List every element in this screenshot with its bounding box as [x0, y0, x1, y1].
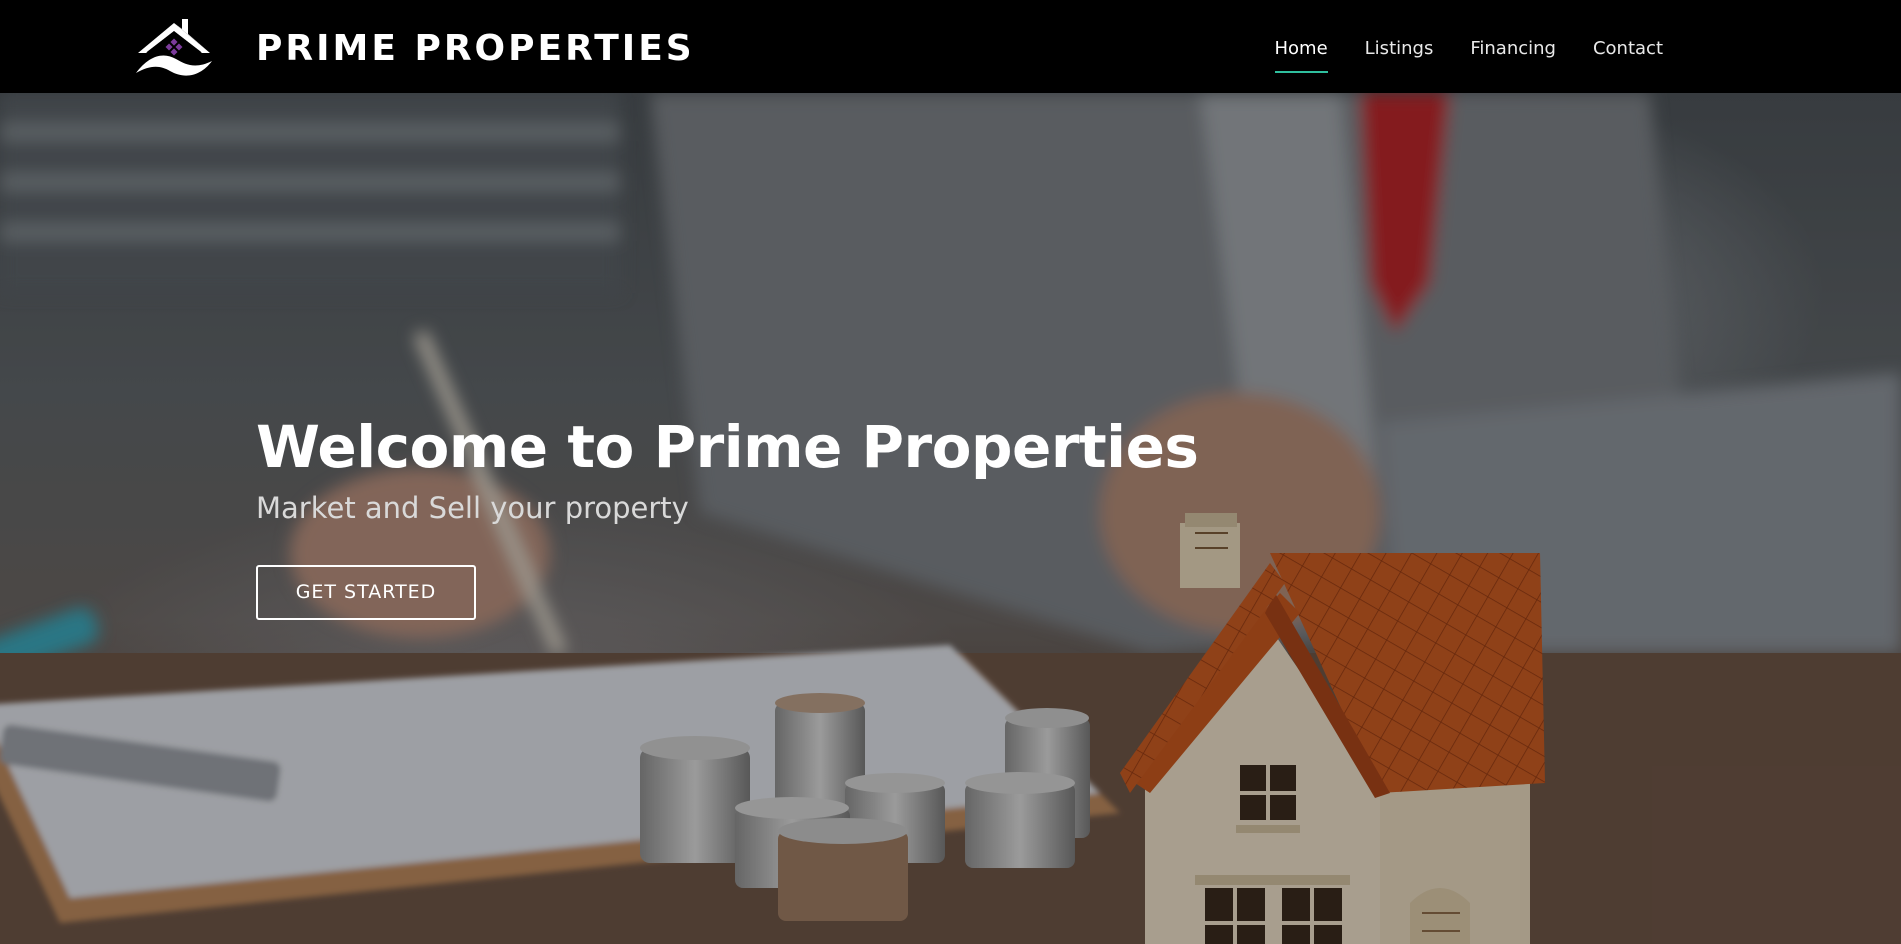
- brand-name: PRIME PROPERTIES: [256, 27, 695, 69]
- hero-subtitle: Market and Sell your property: [256, 491, 689, 525]
- house-roof-logo-icon: [136, 19, 212, 76]
- top-navbar: PRIME PROPERTIES Home Listings Financing…: [0, 3, 1901, 93]
- get-started-button[interactable]: GET STARTED: [256, 565, 476, 620]
- nav-item-contact[interactable]: Contact: [1593, 32, 1663, 65]
- nav-item-financing[interactable]: Financing: [1470, 32, 1556, 65]
- hero-title: Welcome to Prime Properties: [256, 413, 1199, 481]
- main-nav: Home Listings Financing Contact: [1274, 3, 1663, 93]
- nav-item-listings[interactable]: Listings: [1365, 32, 1434, 65]
- hero-content: Welcome to Prime Properties Market and S…: [256, 413, 1199, 620]
- brand[interactable]: PRIME PROPERTIES: [134, 17, 695, 79]
- page: PRIME PROPERTIES Home Listings Financing…: [0, 0, 1901, 944]
- nav-item-home[interactable]: Home: [1274, 32, 1328, 73]
- hero-section: Welcome to Prime Properties Market and S…: [0, 93, 1901, 944]
